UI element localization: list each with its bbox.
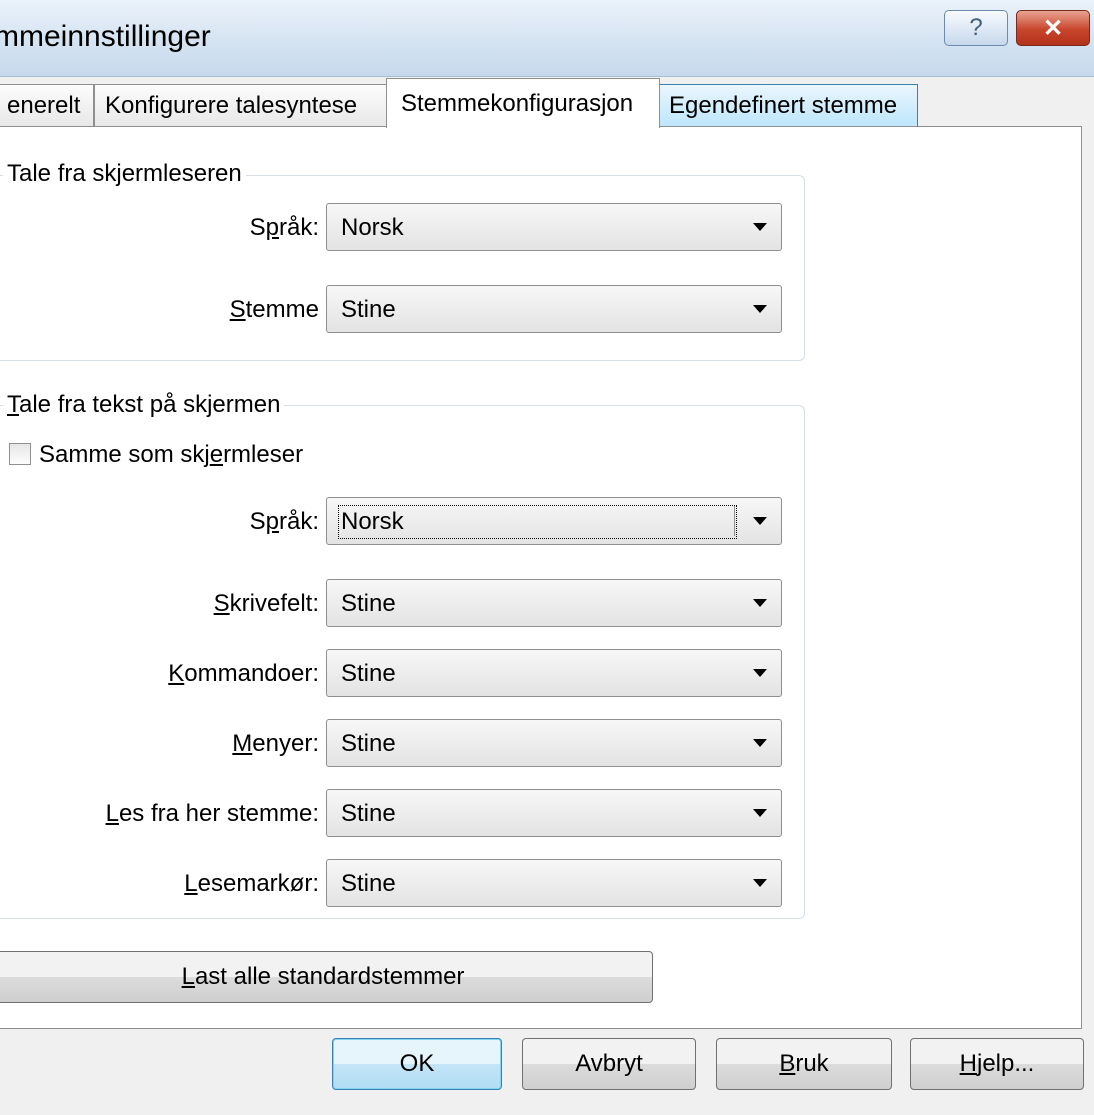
window-title: mmeinnstillinger [0, 20, 211, 53]
les-fra-her-select[interactable]: Stine [326, 789, 782, 837]
les-fra-her-label: Les fra her stemme: [105, 800, 319, 827]
tab-stemmekonfigurasjon[interactable]: Stemmekonfigurasjon [386, 78, 660, 128]
language-label: Språk: [249, 508, 319, 535]
chevron-down-icon [753, 305, 767, 313]
chevron-down-icon [753, 739, 767, 747]
screenreader-group-title: Tale fra skjermleseren [3, 160, 246, 188]
select-value: Norsk [338, 505, 737, 539]
tab-panel: Tale fra skjermleseren Språk: Norsk Stem… [0, 126, 1082, 1029]
tab-label: Stemmekonfigurasjon [401, 89, 634, 117]
lesemarkor-label: Lesemarkør: [184, 870, 319, 897]
tab-egendefinert-stemme[interactable]: Egendefinert stemme [658, 84, 918, 126]
help-button[interactable]: Hjelp... [910, 1038, 1084, 1090]
button-label: Hjelp... [959, 1050, 1035, 1077]
title-bar: mmeinnstillinger ? ✕ [0, 0, 1094, 77]
tab-konfigurere-talesyntese[interactable]: Konfigurere talesyntese [94, 84, 388, 126]
button-label: Avbryt [575, 1050, 643, 1077]
chevron-down-icon [753, 809, 767, 817]
screentext-language-select[interactable]: Norsk [326, 497, 782, 545]
lesemarkor-select[interactable]: Stine [326, 859, 782, 907]
chevron-down-icon [753, 599, 767, 607]
tab-label: enerelt [7, 91, 81, 119]
chevron-down-icon [753, 879, 767, 887]
ok-button[interactable]: OK [332, 1038, 502, 1090]
tab-label: Konfigurere talesyntese [105, 91, 358, 119]
select-value: Stine [341, 590, 396, 617]
combo-separator [734, 506, 735, 536]
same-as-screenreader-label: Samme som skjermleser [39, 441, 304, 468]
select-value: Stine [341, 730, 396, 757]
question-icon: ? [969, 14, 983, 41]
menyer-select[interactable]: Stine [326, 719, 782, 767]
skrivefelt-select[interactable]: Stine [326, 579, 782, 627]
same-as-screenreader-checkbox[interactable] [9, 443, 31, 465]
select-value: Stine [341, 870, 396, 897]
voice-label: Stemme [229, 296, 319, 323]
screenreader-language-select[interactable]: Norsk [326, 203, 782, 251]
tab-generelt[interactable]: enerelt [0, 84, 94, 126]
select-value: Norsk [341, 214, 404, 241]
chevron-down-icon [753, 669, 767, 677]
kommandoer-label: Kommandoer: [168, 660, 319, 687]
button-label: Bruk [779, 1050, 829, 1077]
chevron-down-icon [753, 517, 767, 525]
apply-button[interactable]: Bruk [716, 1038, 892, 1090]
tab-label: Egendefinert stemme [669, 91, 898, 119]
kommandoer-select[interactable]: Stine [326, 649, 782, 697]
menyer-label: Menyer: [232, 730, 319, 757]
language-label: Språk: [249, 214, 319, 241]
select-value: Stine [341, 296, 396, 323]
select-value: Stine [341, 660, 396, 687]
button-label: Last alle standardstemmer [181, 963, 465, 990]
skrivefelt-label: Skrivefelt: [213, 590, 319, 617]
close-icon: ✕ [1042, 14, 1064, 42]
select-value: Stine [341, 800, 396, 827]
cancel-button[interactable]: Avbryt [522, 1038, 696, 1090]
chevron-down-icon [753, 223, 767, 231]
screentext-group-title: Tale fra tekst på skjermen [3, 391, 285, 419]
close-button[interactable]: ✕ [1016, 10, 1090, 46]
load-all-default-voices-button[interactable]: Last alle standardstemmer [0, 951, 653, 1003]
button-label: OK [399, 1050, 435, 1077]
screenreader-voice-select[interactable]: Stine [326, 285, 782, 333]
help-title-button[interactable]: ? [944, 10, 1008, 46]
